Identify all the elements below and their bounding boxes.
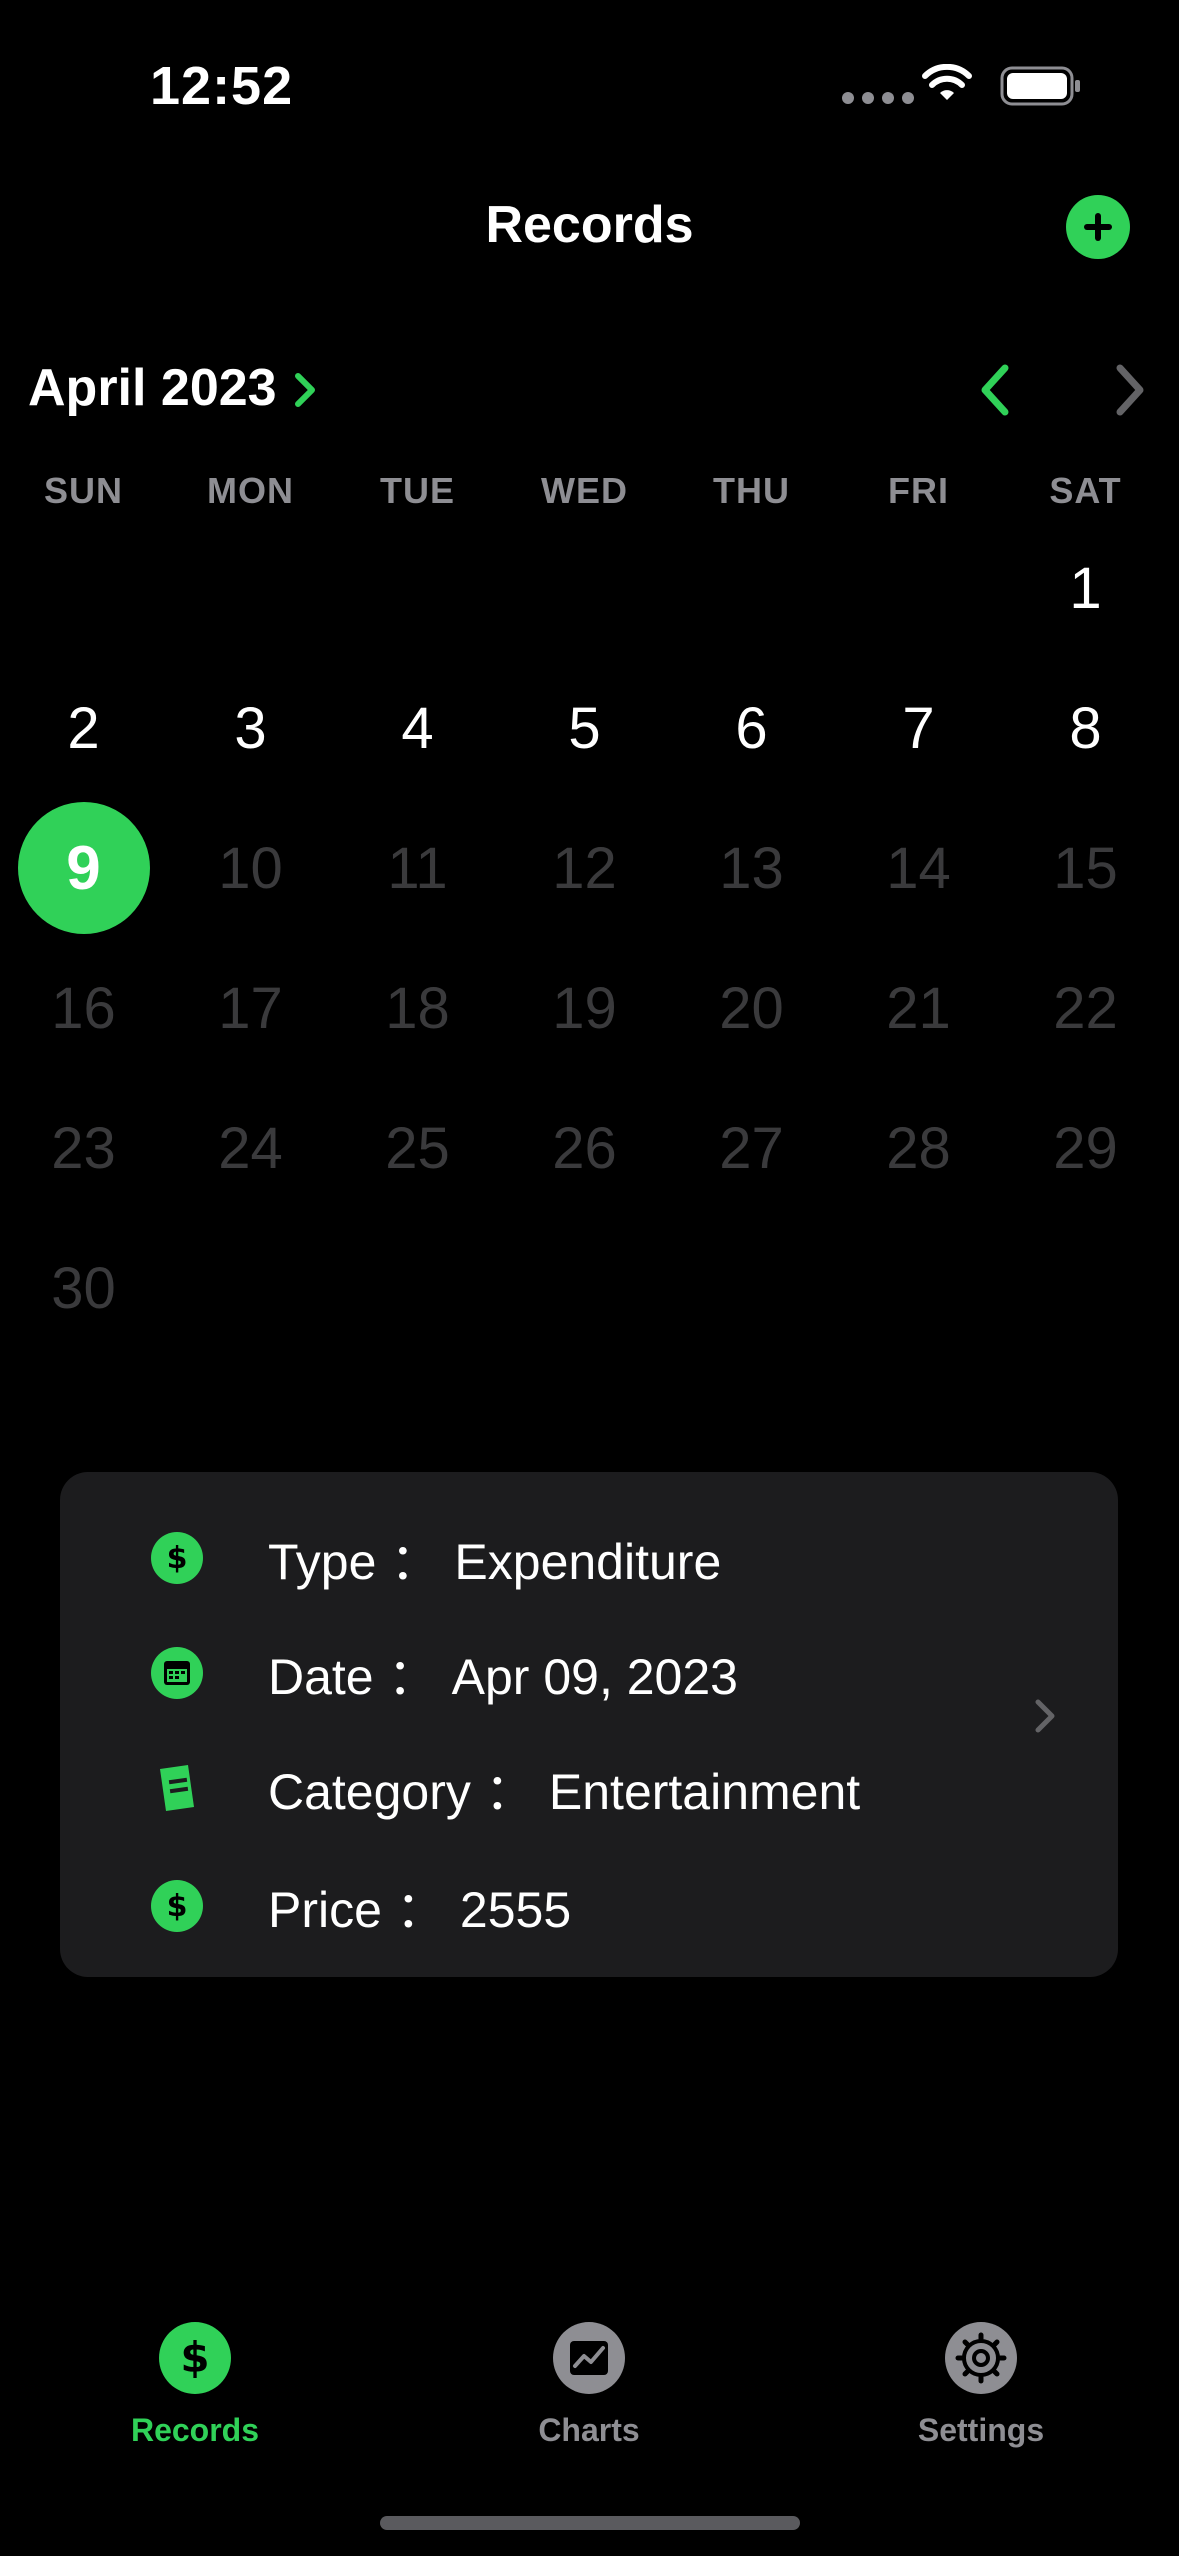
next-month-button[interactable] — [1110, 362, 1150, 423]
calendar-day[interactable]: 20 — [668, 938, 835, 1078]
calendar-blank-cell — [835, 518, 1002, 658]
status-time: 12:52 — [150, 56, 294, 116]
separator: ： — [484, 1764, 535, 1820]
tab-settings[interactable]: Settings — [861, 2322, 1101, 2449]
weekday-label: SUN — [43, 470, 123, 511]
weekday-label: THU — [713, 470, 790, 511]
weekday-header: SUN MON TUE WED THU FRI SAT — [0, 470, 1170, 512]
wifi-icon — [922, 63, 972, 109]
calendar-icon — [150, 1646, 204, 1700]
separator: ： — [387, 1649, 438, 1705]
calendar-blank-cell — [501, 518, 668, 658]
calendar-day[interactable]: 26 — [501, 1078, 668, 1218]
category-value: Entertainment — [548, 1764, 861, 1820]
home-indicator — [380, 2516, 800, 2530]
calendar-day[interactable]: 8 — [1002, 658, 1169, 798]
calendar-blank-cell — [334, 518, 501, 658]
calendar-day[interactable]: 29 — [1002, 1078, 1169, 1218]
calendar-day[interactable]: 3 — [167, 658, 334, 798]
chevron-right-icon — [1116, 364, 1144, 416]
category-key: Category — [268, 1764, 471, 1820]
dollar-icon: $ — [159, 2322, 231, 2394]
calendar-day[interactable]: 13 — [668, 798, 835, 938]
date-value: Apr 09, 2023 — [451, 1649, 738, 1705]
calendar-day[interactable]: 15 — [1002, 798, 1169, 938]
selected-day-indicator: 9 — [17, 802, 150, 934]
price-value: 2555 — [459, 1882, 572, 1938]
tab-label: Records — [130, 2412, 260, 2448]
separator: ： — [390, 1534, 441, 1590]
battery-icon — [1000, 66, 1082, 111]
calendar-day[interactable]: 6 — [668, 658, 835, 798]
calendar-day[interactable]: 27 — [668, 1078, 835, 1218]
calendar-day[interactable]: 9 — [0, 798, 167, 938]
chevron-left-icon — [981, 364, 1009, 416]
calendar-day[interactable]: 22 — [1002, 938, 1169, 1078]
previous-month-button[interactable] — [975, 362, 1015, 423]
record-price-row: $ Price： 2555 — [150, 1870, 571, 1942]
calendar-day[interactable]: 24 — [167, 1078, 334, 1218]
record-category-row: Category： Entertainment — [150, 1752, 860, 1824]
month-label[interactable]: April 2023 — [28, 358, 277, 418]
add-record-button[interactable] — [1066, 195, 1130, 259]
calendar-day[interactable]: 18 — [334, 938, 501, 1078]
calendar-day[interactable]: 21 — [835, 938, 1002, 1078]
separator: ： — [395, 1882, 446, 1938]
calendar-day[interactable]: 12 — [501, 798, 668, 938]
calendar-day[interactable]: 25 — [334, 1078, 501, 1218]
calendar-day[interactable]: 14 — [835, 798, 1002, 938]
calendar-day[interactable]: 5 — [501, 658, 668, 798]
type-value: Expenditure — [454, 1534, 722, 1590]
page-title: Records — [485, 196, 694, 254]
date-key: Date — [268, 1649, 374, 1705]
record-date-row: Date： Apr 09, 2023 — [150, 1637, 738, 1709]
weekday-label: SAT — [1049, 470, 1122, 511]
calendar-day[interactable]: 7 — [835, 658, 1002, 798]
cellular-signal-icon — [842, 92, 914, 104]
calendar-day[interactable]: 16 — [0, 938, 167, 1078]
calendar-blank-cell — [167, 518, 334, 658]
dollar-icon: $ — [150, 1531, 204, 1585]
book-icon — [150, 1761, 204, 1815]
price-key: Price — [268, 1882, 382, 1938]
calendar-day[interactable]: 28 — [835, 1078, 1002, 1218]
calendar-day[interactable]: 17 — [167, 938, 334, 1078]
weekday-label: WED — [541, 470, 628, 511]
calendar-day[interactable]: 1 — [1002, 518, 1169, 658]
chevron-right-icon[interactable] — [1030, 1694, 1060, 1743]
calendar-day[interactable]: 30 — [0, 1218, 167, 1358]
chevron-right-icon[interactable] — [290, 370, 320, 415]
weekday-label: FRI — [888, 470, 949, 511]
weekday-label: TUE — [380, 470, 455, 511]
record-card[interactable]: $ Type： Expenditure Date： Apr 09, 2023 Cat… — [60, 1472, 1118, 1977]
chart-icon — [553, 2322, 625, 2394]
type-key: Type — [268, 1534, 377, 1590]
svg-text:$: $ — [167, 1889, 188, 1924]
gear-icon — [945, 2322, 1017, 2394]
calendar-day[interactable]: 11 — [334, 798, 501, 938]
calendar-day[interactable]: 4 — [334, 658, 501, 798]
svg-text:$: $ — [180, 2333, 209, 2382]
calendar-grid: 1 2 3 4 5 6 7 8 9 10 11 12 13 14 15 16 17 18 19 20 21 22 23 24 2… — [0, 518, 1170, 1358]
calendar-day[interactable]: 2 — [0, 658, 167, 798]
tab-records[interactable]: $ Records — [75, 2322, 315, 2449]
calendar-day[interactable]: 19 — [501, 938, 668, 1078]
calendar-blank-cell — [668, 518, 835, 658]
calendar-blank-cell — [0, 518, 167, 658]
record-type-row: $ Type： Expenditure — [150, 1522, 721, 1594]
tab-label: Settings — [917, 2412, 1045, 2448]
plus-icon — [1084, 213, 1112, 241]
weekday-label: MON — [207, 470, 294, 511]
svg-text:$: $ — [167, 1541, 188, 1576]
calendar-day[interactable]: 23 — [0, 1078, 167, 1218]
calendar-day[interactable]: 10 — [167, 798, 334, 938]
tab-charts[interactable]: Charts — [469, 2322, 709, 2449]
dollar-icon: $ — [150, 1879, 204, 1933]
tab-label: Charts — [538, 2412, 640, 2448]
